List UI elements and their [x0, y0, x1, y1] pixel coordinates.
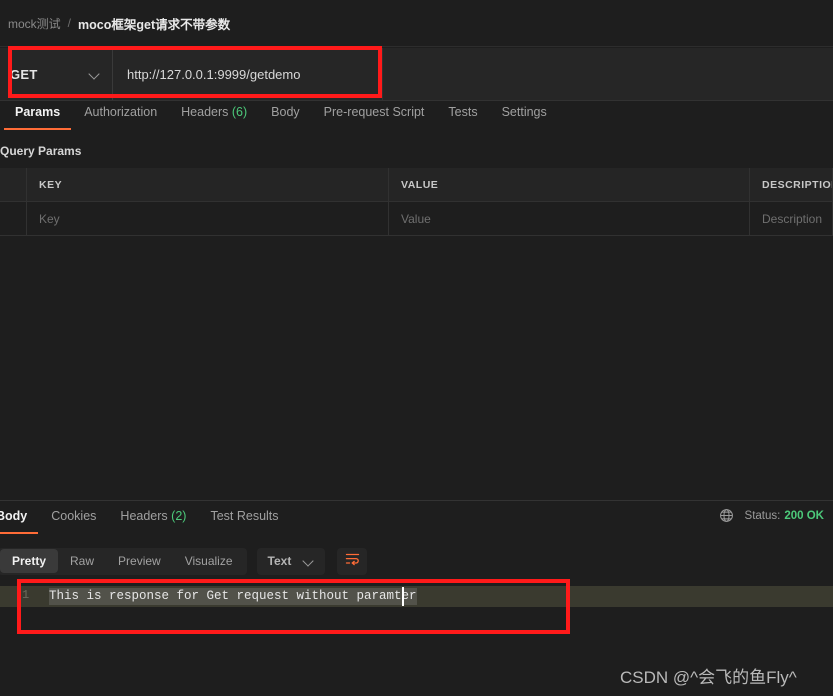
text-caret: [402, 587, 404, 606]
wrap-text-icon: [345, 552, 360, 571]
tab-pre-request-script[interactable]: Pre-request Script: [312, 102, 437, 130]
response-tab-headers-count: (2): [171, 509, 187, 523]
status-badge: 200 OK: [784, 509, 824, 522]
globe-icon[interactable]: [719, 508, 734, 523]
response-pane-divider[interactable]: [0, 500, 833, 501]
tab-body[interactable]: Body: [259, 102, 312, 130]
response-format-bar: Pretty Raw Preview Visualize Text: [0, 545, 833, 577]
row-description-input[interactable]: Description: [750, 202, 833, 235]
chevron-down-icon: [90, 69, 100, 79]
response-tab-bar: Body Cookies Headers (2) Test Results: [0, 505, 833, 538]
response-tab-body[interactable]: Body: [0, 505, 39, 534]
response-tab-headers[interactable]: Headers (2): [108, 505, 198, 534]
breadcrumb-separator: /: [67, 16, 72, 30]
http-method-label: GET: [10, 66, 38, 82]
tab-headers-count: (6): [231, 105, 248, 119]
row-value-input[interactable]: Value: [389, 202, 750, 235]
status-label: Status:: [744, 509, 781, 522]
chevron-down-icon: [304, 556, 314, 566]
breadcrumb-collection[interactable]: mock测试: [8, 15, 61, 32]
tab-settings-label: Settings: [501, 105, 547, 119]
response-tab-headers-label: Headers: [120, 509, 168, 523]
header-checkbox-cell: [0, 168, 27, 201]
response-body-text: This is response for Get request without…: [49, 588, 417, 605]
view-pretty[interactable]: Pretty: [0, 549, 59, 573]
tab-authorization-label: Authorization: [84, 105, 158, 119]
url-bar: GET http://127.0.0.1:9999/getdemo: [0, 48, 833, 101]
watermark: CSDN @^会飞的鱼Fly^: [620, 668, 797, 687]
postman-window: mock测试 / moco框架get请求不带参数 GET http://127.…: [0, 0, 833, 696]
view-visualize-label: Visualize: [184, 554, 233, 568]
tab-headers[interactable]: Headers (6): [169, 102, 259, 130]
query-params-label: Query Params: [0, 144, 82, 158]
view-preview-label: Preview: [118, 554, 161, 568]
table-header-row: KEY VALUE DESCRIPTION: [0, 168, 833, 202]
tab-params-label: Params: [15, 105, 61, 119]
response-status-area: Status: 200 OK: [719, 508, 824, 523]
url-input-value: http://127.0.0.1:9999/getdemo: [127, 66, 301, 82]
response-view-group: Pretty Raw Preview Visualize: [0, 547, 247, 575]
column-header-value: VALUE: [389, 168, 750, 201]
response-tab-body-label: Body: [0, 509, 28, 523]
breadcrumb-bar: mock测试 / moco框架get请求不带参数: [0, 0, 833, 47]
response-tab-cookies[interactable]: Cookies: [39, 505, 108, 534]
tab-tests-label: Tests: [448, 105, 478, 119]
tab-params[interactable]: Params: [3, 102, 72, 130]
view-pretty-label: Pretty: [12, 554, 47, 568]
table-row[interactable]: Key Value Description: [0, 202, 833, 236]
query-params-table: KEY VALUE DESCRIPTION Key Value Descript…: [0, 168, 833, 236]
tab-tests[interactable]: Tests: [436, 102, 489, 130]
url-input[interactable]: http://127.0.0.1:9999/getdemo: [113, 48, 382, 100]
view-preview[interactable]: Preview: [106, 549, 173, 573]
column-header-description: DESCRIPTION: [750, 168, 833, 201]
request-tab-bar: Params Authorization Headers (6) Body Pr…: [0, 102, 833, 135]
response-body-editor[interactable]: 1 This is response for Get request witho…: [0, 580, 833, 642]
column-header-key: KEY: [27, 168, 389, 201]
response-tab-cookies-label: Cookies: [51, 509, 97, 523]
tab-body-label: Body: [271, 105, 300, 119]
tab-settings[interactable]: Settings: [490, 102, 559, 130]
view-visualize[interactable]: Visualize: [173, 549, 245, 573]
row-checkbox[interactable]: [0, 202, 27, 235]
response-tab-test-results[interactable]: Test Results: [198, 505, 290, 534]
response-language-value: Text: [267, 554, 292, 568]
row-key-input[interactable]: Key: [27, 202, 389, 235]
url-bar-right-area: [382, 48, 833, 100]
tab-pre-request-script-label: Pre-request Script: [323, 105, 425, 119]
tab-authorization[interactable]: Authorization: [72, 102, 169, 130]
view-raw-label: Raw: [70, 554, 95, 568]
breadcrumb-request-name[interactable]: moco框架get请求不带参数: [78, 14, 230, 33]
http-method-dropdown[interactable]: GET: [0, 48, 113, 100]
tab-headers-label: Headers: [181, 105, 229, 119]
response-tab-test-results-label: Test Results: [210, 509, 279, 523]
line-number: 1: [22, 588, 30, 602]
response-language-dropdown[interactable]: Text: [256, 547, 326, 575]
wrap-text-button[interactable]: [337, 547, 368, 575]
view-raw[interactable]: Raw: [58, 549, 106, 573]
